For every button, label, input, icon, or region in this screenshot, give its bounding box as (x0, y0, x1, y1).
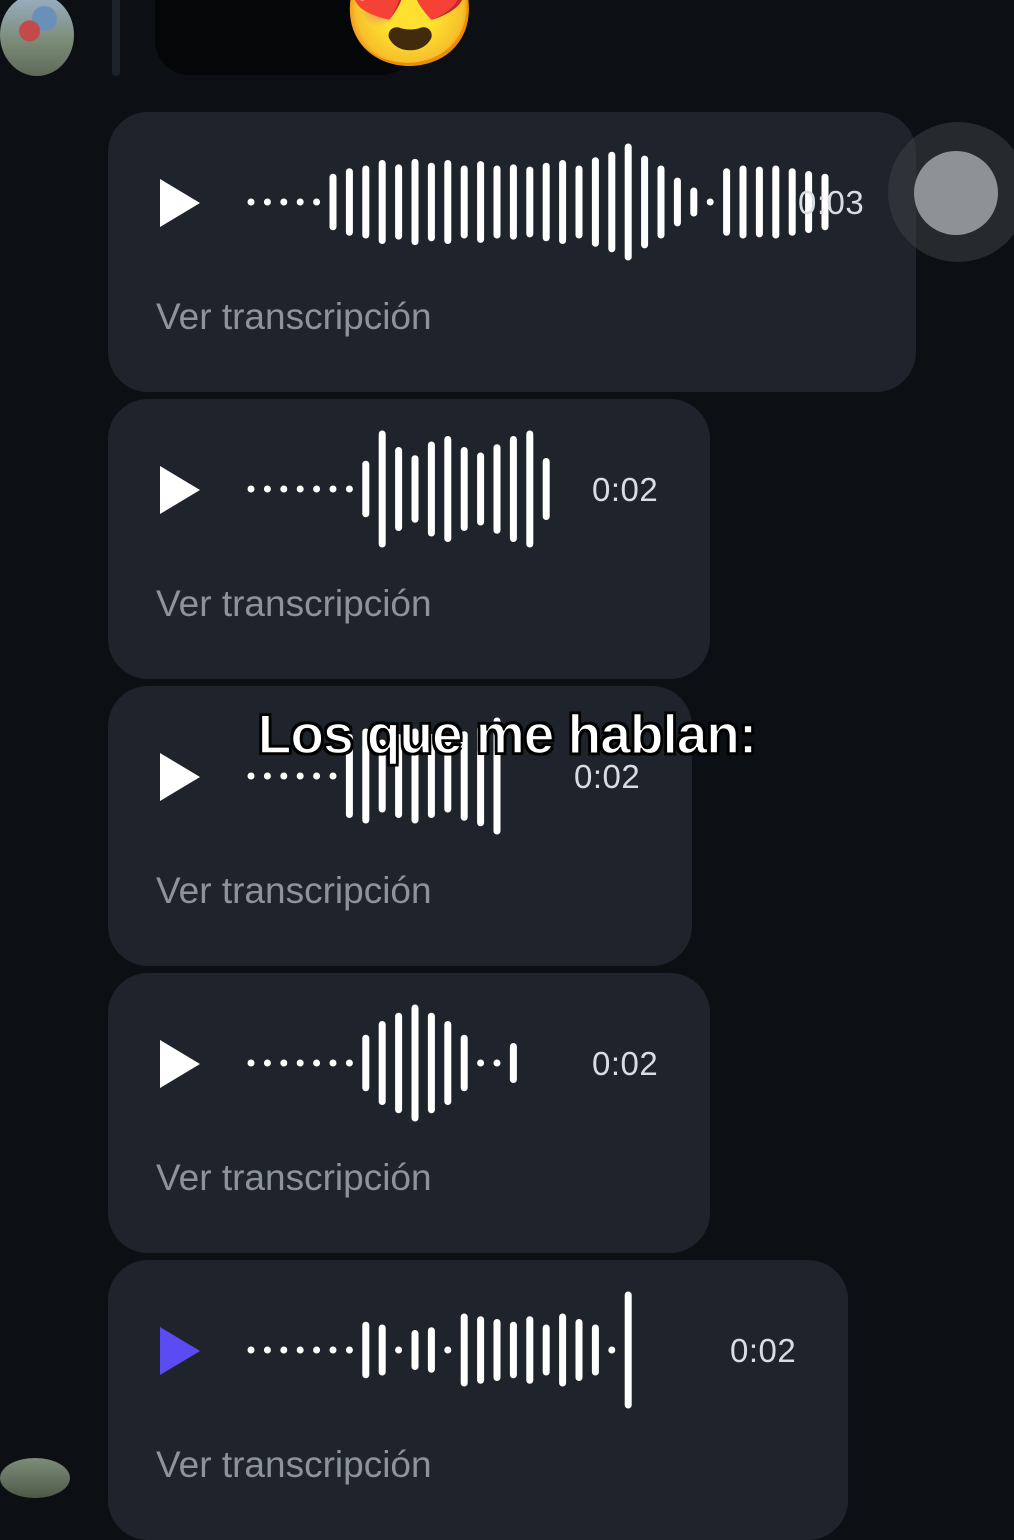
play-icon[interactable] (160, 753, 200, 801)
view-transcription-link[interactable]: Ver transcripción (156, 583, 432, 625)
play-icon[interactable] (160, 1327, 200, 1375)
voice-message[interactable]: 0:02 Ver transcripción (108, 973, 710, 1253)
sender-avatar[interactable] (0, 1458, 70, 1498)
duration-label: 0:03 (798, 184, 865, 221)
waveform[interactable] (245, 1003, 565, 1123)
waveform[interactable] (245, 1290, 705, 1410)
waveform[interactable] (245, 429, 565, 549)
voice-message[interactable]: 0:03 Ver transcripción (108, 112, 916, 392)
view-transcription-link[interactable]: Ver transcripción (156, 296, 432, 338)
voice-message[interactable]: 0:02 Ver transcripción (108, 399, 710, 679)
waveform[interactable] (245, 142, 829, 262)
play-icon[interactable] (160, 466, 200, 514)
view-transcription-link[interactable]: Ver transcripción (156, 1444, 432, 1486)
duration-label: 0:02 (592, 471, 659, 508)
voice-message[interactable]: 0:02 Ver transcripción (108, 686, 692, 966)
waveform[interactable] (245, 716, 545, 836)
heart-eyes-emoji: 😍 (340, 0, 480, 72)
duration-label: 0:02 (574, 758, 641, 795)
play-icon[interactable] (160, 179, 200, 227)
duration-label: 0:02 (730, 1332, 797, 1369)
sender-avatar[interactable] (0, 0, 74, 76)
view-transcription-link[interactable]: Ver transcripción (156, 870, 432, 912)
thread-divider (112, 0, 120, 76)
voice-message[interactable]: 0:02 Ver transcripción (108, 1260, 848, 1540)
duration-label: 0:02 (592, 1045, 659, 1082)
play-icon[interactable] (160, 1040, 200, 1088)
view-transcription-link[interactable]: Ver transcripción (156, 1157, 432, 1199)
